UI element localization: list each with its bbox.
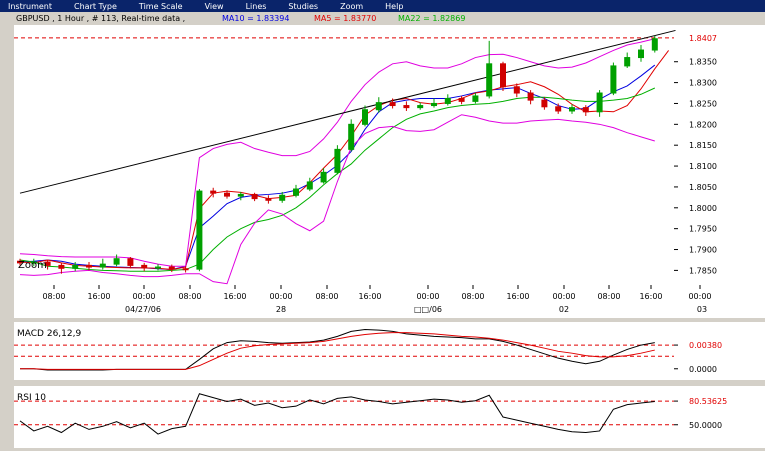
rsi-axis-area: [674, 386, 765, 448]
candle-body: [306, 181, 313, 190]
candle-body: [472, 95, 479, 102]
date-label: 28: [276, 305, 286, 314]
price-tick-label: 1.8000: [689, 204, 717, 213]
time-tick-label: 00:00: [132, 292, 155, 301]
candle-body: [279, 194, 286, 201]
candle-body: [113, 258, 120, 265]
legend-ma10: MA10 = 1.83394: [222, 14, 289, 23]
time-tick-label: 16:00: [87, 292, 110, 301]
indicator-tick-label: 80.53625: [689, 397, 727, 406]
candle-body: [403, 105, 410, 109]
candle-body: [293, 188, 299, 196]
time-tick-label: 08:00: [461, 292, 484, 301]
zoom-label[interactable]: Zoom: [18, 260, 47, 271]
candle-body: [596, 92, 603, 113]
price-tick-label: 1.8250: [689, 99, 717, 108]
candle-body: [541, 99, 548, 108]
indicator-tick-label: 0.0000: [689, 365, 717, 374]
candle-body: [58, 264, 65, 269]
price-tick-label: 1.8150: [689, 141, 717, 150]
legend-ma22: MA22 = 1.82869: [398, 14, 465, 23]
time-tick-label: 08:00: [42, 292, 65, 301]
price-tick-label: 1.8350: [689, 58, 717, 67]
time-tick-label: 16:00: [223, 292, 246, 301]
candle-body: [251, 193, 258, 200]
date-label: 03: [697, 305, 707, 314]
candle-body: [362, 109, 368, 125]
candle-body: [417, 105, 424, 109]
candle-body: [196, 190, 203, 270]
rsi-pane: [14, 386, 674, 448]
price-tick-label: 1.7950: [689, 225, 717, 234]
candle-body: [651, 38, 658, 51]
macd-axis-area: [674, 322, 765, 380]
macd-pane: [14, 322, 674, 380]
candle-body: [582, 107, 589, 113]
candle-body: [334, 148, 341, 173]
candle-body: [141, 264, 148, 269]
candle-body: [638, 49, 644, 59]
candle-body: [458, 97, 465, 102]
time-tick-label: 08:00: [178, 292, 201, 301]
macd-title: MACD 26,12,9: [17, 329, 81, 339]
candle-body: [127, 258, 134, 266]
candle-body: [155, 266, 161, 269]
time-tick-label: 00:00: [416, 292, 439, 301]
price-tick-label: 1.8200: [689, 120, 717, 129]
candle-body: [182, 268, 189, 271]
candle-body: [500, 63, 506, 88]
price-tick-label: 1.7850: [689, 266, 717, 275]
time-tick-label: 00:00: [688, 292, 711, 301]
candle-body: [168, 266, 175, 270]
price-tick-label: 1.8050: [689, 183, 717, 192]
candle-body: [527, 92, 534, 101]
candle-body: [72, 264, 79, 269]
chart-canvas: 1.8350 1.8300 1.8250 1.8200 1.8150 1.8100 1.80…: [14, 14, 765, 448]
candle-body: [431, 102, 437, 107]
candle-body: [444, 97, 451, 104]
candle-body: [375, 102, 382, 111]
date-label: □□/06: [414, 305, 442, 314]
candle-body: [237, 193, 244, 197]
price-tick-label: 1.8300: [689, 79, 717, 88]
time-tick-label: 16:00: [639, 292, 662, 301]
candle-body: [569, 107, 575, 112]
candle-body: [513, 86, 520, 94]
price-pane: [14, 25, 674, 285]
candle-body: [86, 264, 92, 268]
candle-body: [265, 198, 272, 201]
indicator-tick-label: 0.00380: [689, 341, 722, 350]
time-tick-label: 08:00: [597, 292, 620, 301]
candle-body: [99, 263, 106, 268]
candle-body: [320, 171, 327, 183]
candle-body: [348, 123, 355, 150]
candle-body: [624, 57, 631, 67]
candle-body: [224, 192, 230, 197]
last-price-label: 1.8407: [689, 34, 717, 43]
candle-body: [389, 102, 396, 107]
indicator-tick-label: 50.0000: [689, 421, 722, 430]
date-label: 02: [559, 305, 569, 314]
date-label: 04/27/06: [125, 305, 161, 314]
candle-body: [610, 65, 617, 94]
candle-body: [210, 190, 217, 194]
price-tick-label: 1.7900: [689, 246, 717, 255]
legend-ma5: MA5 = 1.83770: [314, 14, 376, 23]
time-tick-label: 08:00: [315, 292, 338, 301]
candle-body: [555, 106, 562, 112]
time-tick-label: 16:00: [506, 292, 529, 301]
price-tick-label: 1.8100: [689, 162, 717, 171]
time-tick-label: 00:00: [269, 292, 292, 301]
time-tick-label: 16:00: [358, 292, 381, 301]
time-tick-label: 00:00: [552, 292, 575, 301]
legend-title: GBPUSD , 1 Hour , # 113, Real-time data …: [16, 14, 185, 23]
price-axis-area: [674, 25, 765, 285]
rsi-title: RSI 10: [17, 393, 46, 403]
candle-body: [486, 63, 493, 97]
